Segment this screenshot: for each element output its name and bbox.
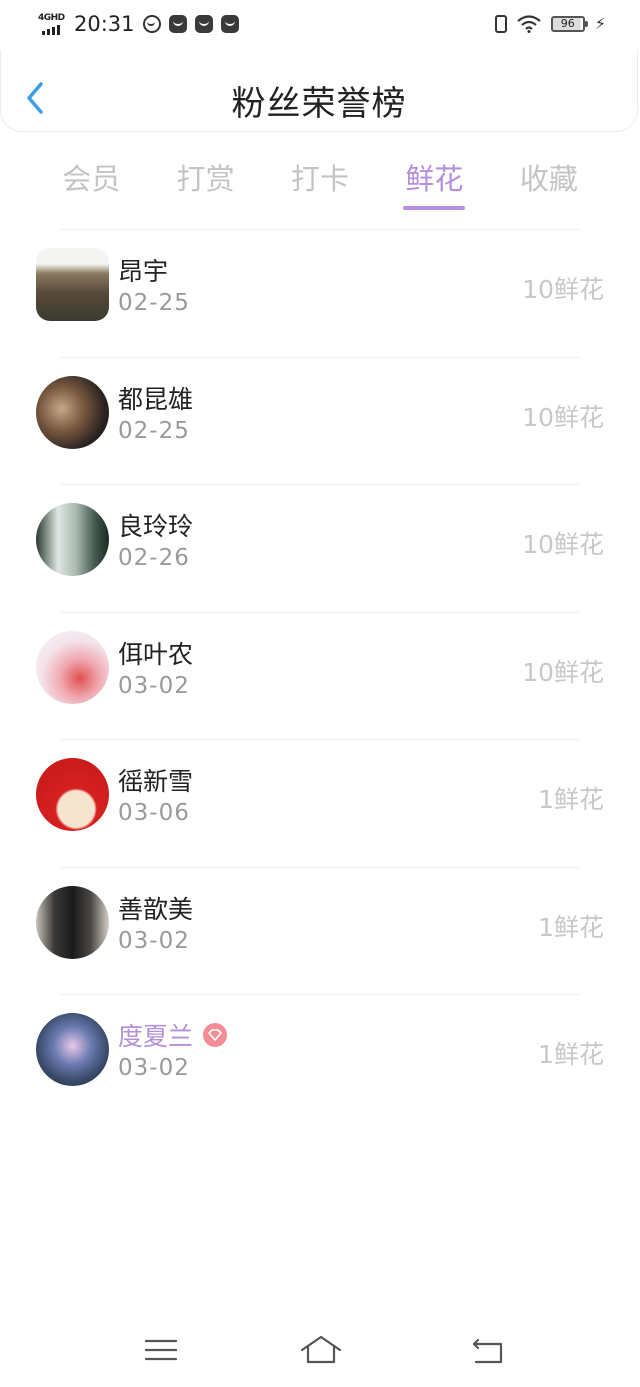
- tab-flowers[interactable]: 鲜花: [377, 150, 491, 210]
- fan-list: 昂宇 02-25 10鲜花 都昆雄 02-25 10鲜花 良玲玲 02-26 1…: [0, 230, 640, 1123]
- signal-icon: 4GHD: [38, 13, 66, 35]
- list-item[interactable]: 度夏兰 03-02 1鲜花: [0, 995, 640, 1123]
- avatar: [36, 630, 109, 704]
- menu-icon[interactable]: [143, 1332, 179, 1368]
- flower-count: 10鲜花: [522, 275, 604, 304]
- fan-date: 03-06: [118, 800, 190, 826]
- fan-name: 都昆雄: [118, 384, 194, 414]
- vpn-icon: [168, 15, 187, 33]
- flower-count: 1鲜花: [538, 785, 604, 814]
- list-item[interactable]: 佴叶农 03-02 10鲜花: [0, 613, 640, 740]
- avatar: [36, 248, 109, 321]
- fan-name: 徭新雪: [118, 767, 194, 796]
- flower-count: 10鲜花: [522, 657, 604, 687]
- fan-date: 02-25: [118, 417, 190, 444]
- tab-reward[interactable]: 打赏: [148, 150, 262, 210]
- avatar: [36, 375, 109, 449]
- list-item[interactable]: 都昆雄 02-25 10鲜花: [0, 358, 640, 485]
- tab-favorites[interactable]: 收藏: [492, 150, 606, 210]
- vip-diamond-icon: [203, 1023, 228, 1047]
- page-title: 粉丝荣誉榜: [231, 84, 407, 124]
- flower-count: 1鲜花: [538, 1040, 604, 1069]
- app-header: 粉丝荣誉榜: [0, 50, 638, 132]
- battery-icon: 96: [550, 15, 588, 32]
- home-icon[interactable]: [300, 1332, 342, 1368]
- tab-member[interactable]: 会员: [34, 150, 148, 210]
- shopping-bag-icon: [194, 15, 213, 33]
- fan-date: 02-26: [118, 545, 190, 571]
- avatar: [36, 758, 109, 831]
- fan-name: 佴叶农: [118, 639, 194, 669]
- back-icon[interactable]: [470, 1332, 506, 1368]
- flower-count: 10鲜花: [522, 402, 604, 432]
- shopping-bag-icon: [220, 15, 239, 33]
- charging-bolt-icon: ⚡: [594, 14, 606, 33]
- fan-date: 03-02: [118, 927, 190, 954]
- avatar: [36, 503, 109, 576]
- fan-date: 03-02: [118, 672, 190, 699]
- tab-checkin[interactable]: 打卡: [263, 150, 377, 210]
- clock: 20:31: [74, 12, 135, 36]
- avatar: [36, 885, 109, 959]
- fan-name: 度夏兰: [118, 1017, 228, 1053]
- data-saver-icon: [142, 15, 161, 33]
- list-item[interactable]: 善歆美 03-02 1鲜花: [0, 868, 640, 995]
- fan-name: 昂宇: [118, 257, 169, 286]
- fan-name: 善歆美: [118, 894, 194, 924]
- network-type: 4GHD: [38, 13, 65, 23]
- fan-date: 02-25: [118, 290, 190, 316]
- fan-name: 良玲玲: [118, 512, 194, 541]
- list-item[interactable]: 昂宇 02-25 10鲜花: [0, 230, 640, 358]
- fan-date: 03-02: [118, 1055, 190, 1081]
- flower-count: 10鲜花: [522, 530, 604, 559]
- avatar: [36, 1013, 109, 1086]
- vibrate-icon: [494, 14, 507, 33]
- status-bar: 4GHD 20:31 96 ⚡: [0, 0, 640, 50]
- flower-count: 1鲜花: [538, 912, 604, 942]
- system-nav-bar: [0, 1318, 640, 1384]
- wifi-icon: [517, 14, 541, 33]
- tab-bar: 会员 打赏 打卡 鲜花 收藏: [34, 150, 606, 210]
- list-item[interactable]: 徭新雪 03-06 1鲜花: [0, 740, 640, 868]
- list-item[interactable]: 良玲玲 02-26 10鲜花: [0, 485, 640, 613]
